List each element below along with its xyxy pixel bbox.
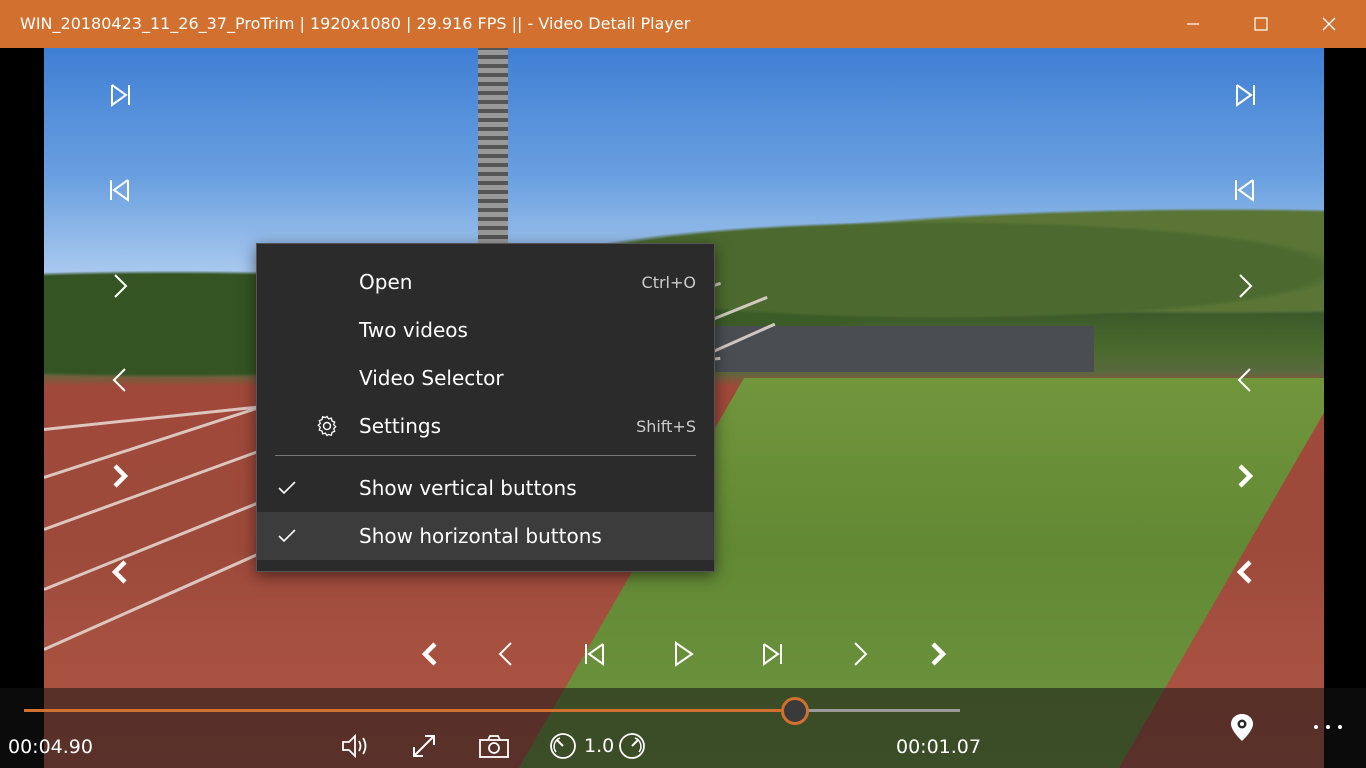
menu-item-label: Show vertical buttons	[359, 476, 577, 500]
left-jump-forward-button[interactable]	[100, 456, 140, 496]
slower-icon	[550, 733, 576, 759]
location-pin-button[interactable]	[1224, 710, 1260, 746]
play-icon	[675, 641, 694, 667]
fullscreen-icon	[413, 735, 435, 757]
close-button[interactable]	[1306, 0, 1352, 48]
menu-item-open[interactable]: Open Ctrl+O	[257, 258, 714, 306]
maximize-icon	[1254, 17, 1268, 31]
menu-separator	[275, 455, 696, 456]
bottom-control-bar	[0, 688, 1366, 768]
jump-forward-icon	[113, 464, 129, 488]
video-fence	[714, 326, 1094, 372]
right-jump-forward-button[interactable]	[1225, 456, 1265, 496]
seek-thumb[interactable]	[781, 697, 809, 725]
close-icon	[1322, 17, 1336, 31]
title-bar: WIN_20180423_11_26_37_ProTrim | 1920x108…	[0, 0, 1366, 48]
menu-item-show-vertical-buttons[interactable]: Show vertical buttons	[257, 464, 714, 512]
gear-icon	[317, 415, 337, 437]
seek-progress	[24, 709, 795, 712]
jump-back-icon	[1236, 560, 1252, 584]
menu-item-video-selector[interactable]: Video Selector	[257, 354, 714, 402]
faster-icon	[619, 733, 645, 759]
maximize-button[interactable]	[1238, 0, 1284, 48]
speed-value: 1.0	[584, 735, 615, 757]
play-button[interactable]	[665, 636, 701, 672]
left-previous-frame-button[interactable]	[100, 170, 140, 210]
menu-item-show-horizontal-buttons[interactable]: Show horizontal buttons	[257, 512, 714, 560]
more-options-button[interactable]	[1308, 712, 1348, 742]
step-forward-icon	[1239, 274, 1253, 298]
location-pin-icon	[1231, 714, 1253, 741]
camera-icon	[479, 735, 509, 758]
jump-forward-icon	[1238, 464, 1254, 488]
next-frame-button[interactable]	[754, 636, 790, 672]
next-frame-icon	[1236, 84, 1255, 107]
step-forward-icon	[854, 642, 868, 666]
elapsed-time: 00:04.90	[8, 736, 93, 758]
volume-icon	[342, 733, 367, 759]
menu-item-shortcut: Shift+S	[636, 417, 696, 436]
context-menu: Open Ctrl+O Two videos Video Selector Se…	[256, 243, 715, 572]
left-step-back-button[interactable]	[100, 360, 140, 400]
right-jump-back-button[interactable]	[1225, 552, 1265, 592]
window-title: WIN_20180423_11_26_37_ProTrim | 1920x108…	[20, 14, 691, 33]
minimize-icon	[1187, 23, 1199, 25]
menu-item-label: Two videos	[359, 318, 468, 342]
jump-back-icon	[421, 642, 437, 666]
right-step-back-button[interactable]	[1225, 360, 1265, 400]
step-forward-icon	[114, 274, 128, 298]
next-frame-icon	[111, 84, 130, 107]
jump-forward-icon	[931, 642, 947, 666]
jump-back-button[interactable]	[412, 636, 448, 672]
left-step-forward-button[interactable]	[100, 266, 140, 306]
left-jump-back-button[interactable]	[100, 552, 140, 592]
fullscreen-button[interactable]	[406, 728, 442, 764]
previous-frame-icon	[110, 179, 129, 202]
menu-item-label: Open	[359, 270, 413, 294]
menu-item-label: Settings	[359, 414, 442, 438]
menu-item-settings[interactable]: Settings Shift+S	[257, 402, 714, 450]
remaining-time: 00:01.07	[896, 736, 981, 758]
volume-button[interactable]	[338, 728, 374, 764]
step-forward-button[interactable]	[842, 636, 878, 672]
video-light-mast	[478, 48, 508, 248]
snapshot-button[interactable]	[476, 728, 512, 764]
faster-button[interactable]	[614, 728, 650, 764]
next-frame-icon	[763, 643, 782, 666]
more-icon	[1314, 725, 1342, 729]
step-back-icon	[498, 642, 512, 666]
right-next-frame-button[interactable]	[1225, 75, 1265, 115]
step-back-icon	[1237, 368, 1251, 392]
jump-forward-button[interactable]	[920, 636, 956, 672]
menu-item-two-videos[interactable]: Two videos	[257, 306, 714, 354]
previous-frame-icon	[1235, 179, 1254, 202]
menu-item-label: Show horizontal buttons	[359, 524, 602, 548]
jump-back-icon	[111, 560, 127, 584]
previous-frame-button[interactable]	[577, 636, 613, 672]
step-back-icon	[112, 368, 126, 392]
menu-item-shortcut: Ctrl+O	[641, 273, 696, 292]
previous-frame-icon	[585, 643, 604, 666]
menu-item-label: Video Selector	[359, 366, 504, 390]
right-step-forward-button[interactable]	[1225, 266, 1265, 306]
checkmark-icon	[278, 481, 296, 495]
minimize-button[interactable]	[1170, 0, 1216, 48]
right-previous-frame-button[interactable]	[1225, 170, 1265, 210]
left-next-frame-button[interactable]	[100, 75, 140, 115]
checkmark-icon	[278, 529, 296, 543]
slower-button[interactable]	[545, 728, 581, 764]
step-back-button[interactable]	[488, 636, 524, 672]
